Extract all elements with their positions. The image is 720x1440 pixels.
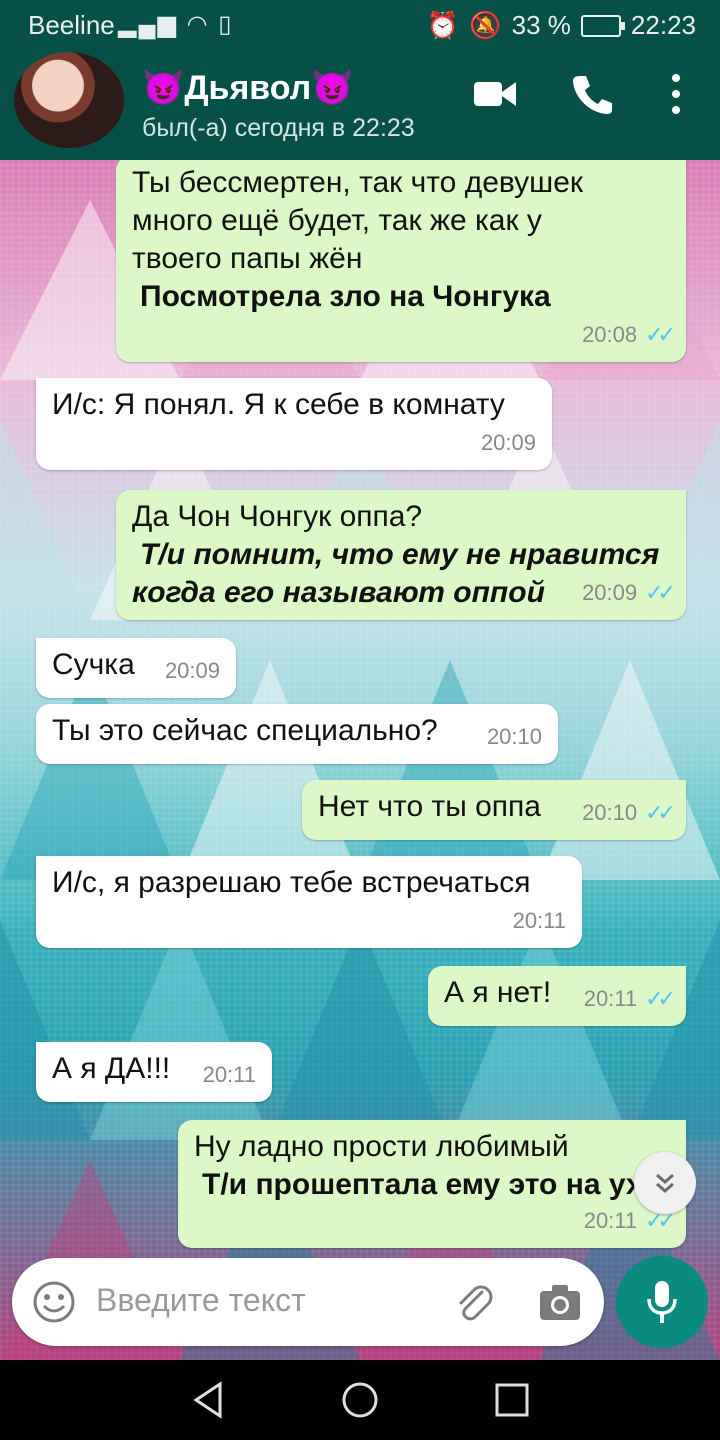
- video-call-icon[interactable]: [474, 76, 516, 112]
- message-time: 20:10: [582, 800, 638, 825]
- back-icon[interactable]: [190, 1380, 230, 1420]
- chat-area[interactable]: Ты бессмертен, так что девушек много ещё…: [0, 160, 720, 1360]
- more-options-icon[interactable]: [664, 72, 688, 116]
- camera-icon[interactable]: [538, 1282, 582, 1322]
- message-time: 20:10: [486, 724, 542, 749]
- message-outgoing[interactable]: А я нет! 20:11 ✓✓: [428, 966, 686, 1026]
- message-time: 20:11: [583, 986, 638, 1011]
- read-receipt-icon: ✓✓: [645, 322, 676, 347]
- alarm-icon: ⏰: [426, 10, 460, 40]
- message-outgoing[interactable]: Ты бессмертен, так что девушек много ещё…: [116, 160, 686, 362]
- system-navigation-bar: [0, 1360, 720, 1440]
- clock: 22:23: [630, 10, 696, 40]
- message-text: Ты это сейчас специально?: [52, 714, 438, 747]
- phone-call-icon[interactable]: [570, 72, 614, 116]
- chat-header: 😈Дьявол😈 был(-а) сегодня в 22:23: [0, 48, 720, 160]
- message-action-text: Посмотрела зло на Чонгука: [140, 280, 551, 313]
- paperclip-icon[interactable]: [452, 1280, 496, 1324]
- message-outgoing[interactable]: Да Чон Чонгук оппа? Т/и помнит, что ему …: [116, 490, 686, 620]
- message-outgoing[interactable]: Ну ладно прости любимый Т/и прошептала е…: [178, 1120, 686, 1248]
- read-receipt-icon: ✓✓: [645, 580, 676, 605]
- message-time: 20:11: [202, 1062, 256, 1087]
- battery-icon: [580, 14, 625, 37]
- message-text: твоего папы жён: [132, 242, 363, 275]
- message-incoming[interactable]: Ты это сейчас специально? 20:10: [36, 704, 558, 764]
- avatar[interactable]: [14, 52, 124, 148]
- battery-percent: 33 %: [511, 10, 571, 40]
- message-time: 20:11: [512, 908, 566, 933]
- message-text: Ну ладно прости любимый: [194, 1130, 569, 1163]
- read-receipt-icon: ✓✓: [645, 986, 676, 1011]
- recent-apps-icon[interactable]: [494, 1382, 530, 1418]
- microphone-icon: [647, 1281, 677, 1323]
- double-chevron-down-icon: [656, 1173, 674, 1193]
- message-time: 20:09: [164, 658, 220, 683]
- message-time: 20:09: [582, 580, 638, 605]
- read-receipt-icon: ✓✓: [645, 800, 676, 825]
- message-action-text: Т/и прошептала ему это на ухо: [202, 1168, 661, 1201]
- contact-name[interactable]: 😈Дьявол😈: [142, 68, 354, 108]
- scroll-to-bottom-button[interactable]: [634, 1152, 696, 1214]
- message-input[interactable]: Введите текст: [96, 1282, 306, 1319]
- message-incoming[interactable]: Сучка 20:09: [36, 638, 236, 698]
- message-text: И/с, я разрешаю тебе встречаться: [52, 866, 531, 899]
- message-incoming[interactable]: А я ДА!!! 20:11: [36, 1042, 272, 1102]
- signal-wifi-icons: ▂▄▆ ◠ ▯: [118, 11, 234, 38]
- voice-message-button[interactable]: [616, 1256, 708, 1348]
- message-text: Да Чон Чонгук оппа?: [132, 500, 423, 533]
- contact-last-seen: был(-а) сегодня в 22:23: [142, 114, 415, 142]
- carrier-label: Beeline: [28, 10, 115, 40]
- message-time: 20:09: [480, 430, 536, 455]
- message-time: 20:08: [582, 322, 638, 347]
- message-action-text: Т/и помнит, что ему не нравится: [140, 538, 660, 571]
- home-icon[interactable]: [340, 1380, 380, 1420]
- status-bar: Beeline ▂▄▆ ◠ ▯ ⏰ 🔕 33 % 22:23: [0, 0, 720, 48]
- emoji-icon[interactable]: [32, 1280, 76, 1324]
- message-text: И/с: Я понял. Я к себе в комнату: [52, 388, 505, 421]
- message-text: Ты бессмертен, так что девушек: [132, 166, 584, 199]
- message-outgoing[interactable]: Нет что ты оппа 20:10 ✓✓: [302, 780, 686, 840]
- message-text: много ещё будет, так же как у: [132, 204, 542, 237]
- message-time: 20:11: [583, 1208, 638, 1233]
- message-input-bar: Введите текст: [12, 1258, 604, 1346]
- message-incoming[interactable]: И/с: Я понял. Я к себе в комнату 20:09: [36, 378, 552, 470]
- message-incoming[interactable]: И/с, я разрешаю тебе встречаться 20:11: [36, 856, 582, 948]
- mute-icon: 🔕: [469, 10, 502, 40]
